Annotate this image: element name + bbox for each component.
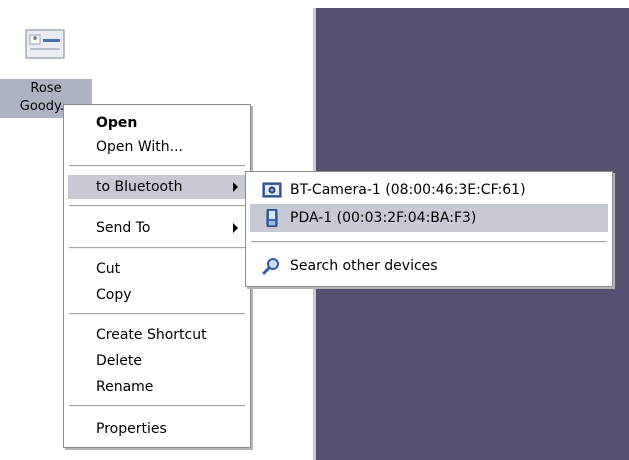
device-bt-camera-1[interactable]: BT-Camera-1 (08:00:46:3E:CF:61)	[250, 176, 608, 204]
menu-separator	[69, 313, 245, 315]
file-label-line1: Rose	[30, 81, 62, 96]
bluetooth-submenu: BT-Camera-1 (08:00:46:3E:CF:61) PDA-1 (0…	[245, 171, 613, 287]
pda-icon	[262, 208, 282, 228]
menu-separator	[251, 241, 607, 243]
menu-item-open-with[interactable]: Open With...	[68, 135, 246, 159]
menu-item-cut[interactable]: Cut	[68, 257, 246, 281]
submenu-arrow-icon	[233, 182, 238, 192]
menu-separator	[69, 205, 245, 207]
menu-item-rename[interactable]: Rename	[68, 375, 246, 399]
camera-icon	[262, 181, 282, 199]
menu-separator	[69, 405, 245, 407]
menu-item-open[interactable]: Open	[68, 111, 246, 135]
menu-separator	[69, 247, 245, 249]
menu-item-to-bluetooth[interactable]: to Bluetooth	[68, 175, 246, 199]
device-label: BT-Camera-1 (08:00:46:3E:CF:61)	[290, 182, 526, 198]
menu-item-copy[interactable]: Copy	[68, 283, 246, 307]
menu-separator	[69, 165, 245, 167]
menu-item-send-to[interactable]: Send To	[68, 216, 246, 240]
menu-item-delete[interactable]: Delete	[68, 349, 246, 373]
menu-item-create-shortcut[interactable]: Create Shortcut	[68, 323, 246, 347]
device-pda-1[interactable]: PDA-1 (00:03:2F:04:BA:F3)	[250, 204, 608, 232]
menu-item-label: to Bluetooth	[96, 179, 183, 195]
search-label: Search other devices	[290, 258, 438, 274]
search-other-devices[interactable]: Search other devices	[250, 252, 608, 280]
device-label: PDA-1 (00:03:2F:04:BA:F3)	[290, 210, 477, 226]
contact-card-icon[interactable]	[20, 24, 70, 64]
context-menu: Open Open With... to Bluetooth Send To C…	[63, 104, 251, 448]
search-icon	[262, 257, 282, 275]
menu-item-properties[interactable]: Properties	[68, 417, 246, 441]
menu-item-label: Send To	[96, 220, 151, 236]
submenu-arrow-icon	[233, 223, 238, 233]
